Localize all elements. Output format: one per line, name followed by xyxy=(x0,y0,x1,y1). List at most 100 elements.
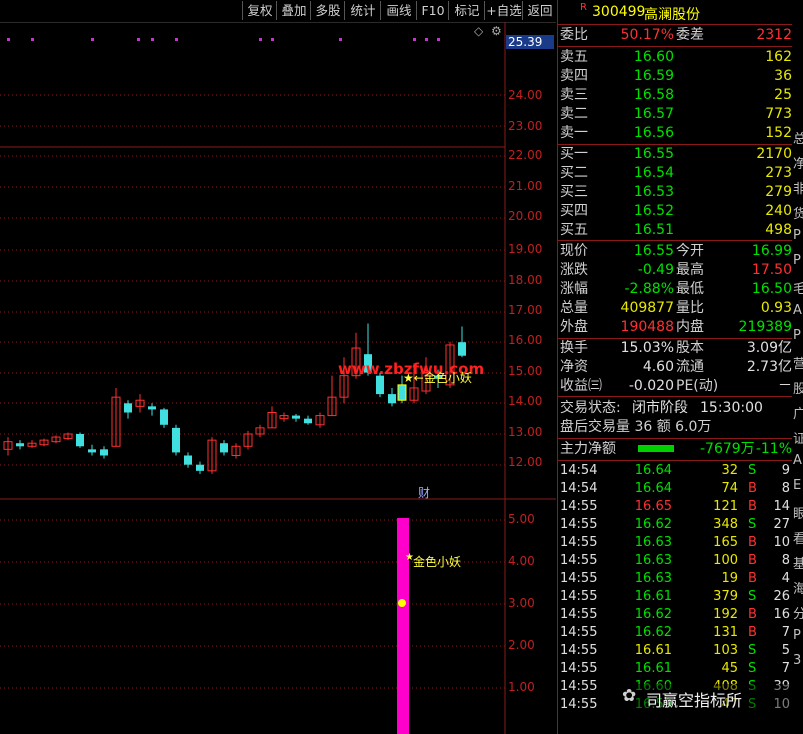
toolbar-mark-button[interactable]: 标记 xyxy=(448,1,485,20)
edge-truncated-text: 总 xyxy=(793,132,803,147)
tick-count: 8 xyxy=(781,481,790,496)
stat-value: 16.99 xyxy=(751,243,792,259)
price-axis-label: 19.00 xyxy=(508,242,543,256)
ask-volume: 25 xyxy=(774,87,792,103)
bid-label: 买三 xyxy=(560,184,588,200)
stat2-value: － xyxy=(778,378,792,394)
signal-dot xyxy=(7,38,10,41)
trade-status-value: 闭市阶段 xyxy=(632,400,688,416)
chart-toolbar: 复权 叠加 多股 统计 画线 F10 标记 +自选 返回 xyxy=(0,0,556,22)
stat-label: 最低 xyxy=(676,281,704,297)
stat2-label: 净资 xyxy=(560,359,588,375)
diff-label: 委差 xyxy=(676,27,704,43)
trade-status-label: 交易状态: xyxy=(560,400,621,416)
signal-marker-label: ★←金色小妖 xyxy=(403,371,472,385)
ask-price: 16.58 xyxy=(633,87,674,103)
price-axis-label: 12.00 xyxy=(508,455,543,469)
wechat-watermark: ✿ 司赢空指标所 xyxy=(620,684,790,710)
signal-dot xyxy=(137,38,140,41)
tick-time: 14:55 xyxy=(560,553,598,568)
tick-price: 16.65 xyxy=(634,499,672,514)
tick-time: 14:55 xyxy=(560,517,598,532)
price-axis-label: 16.00 xyxy=(508,333,543,347)
candle-body xyxy=(100,449,108,456)
bid-label: 买五 xyxy=(560,222,588,238)
candle-body xyxy=(388,394,396,404)
tick-volume: 379 xyxy=(713,589,738,604)
stat2-value: 15.03% xyxy=(620,340,674,356)
signal-dot xyxy=(175,38,178,41)
signal-dot xyxy=(425,38,428,41)
bid-price: 16.53 xyxy=(633,184,674,200)
bid-volume: 240 xyxy=(765,203,792,219)
edge-truncated-text: 分 xyxy=(793,607,803,622)
toolbar-add-watch-button[interactable]: +自选 xyxy=(484,1,523,20)
tick-direction: S xyxy=(748,643,757,658)
stat-row: 现价 16.55 今开 16.99 xyxy=(558,242,792,261)
main-flow-label: 主力净额 xyxy=(560,441,616,457)
toolbar-f10-button[interactable]: F10 xyxy=(416,1,449,20)
stat-label: 涨跌 xyxy=(560,262,588,278)
tick-row: 14:55 16.61 379 S 26 xyxy=(558,588,792,606)
tick-direction: B xyxy=(748,499,757,514)
finance-badge[interactable]: 财 xyxy=(418,484,430,501)
stat-value: -0.49 xyxy=(637,262,674,278)
stat-value: 16.50 xyxy=(751,281,792,297)
tick-volume: 74 xyxy=(721,481,738,496)
tick-row: 14:55 16.61 103 S 5 xyxy=(558,642,792,660)
candle-body xyxy=(458,342,466,356)
candle-body xyxy=(220,443,228,453)
main-flow-bar xyxy=(638,445,674,452)
stat2-value: -0.020 xyxy=(628,378,674,394)
indicator-axis-label: 3.00 xyxy=(508,596,535,610)
tick-count: 27 xyxy=(773,517,790,532)
stat-label: 内盘 xyxy=(676,319,704,335)
tick-time: 14:55 xyxy=(560,607,598,622)
toolbar-fuquan-button[interactable]: 复权 xyxy=(242,1,277,20)
tick-price: 16.62 xyxy=(634,517,672,532)
tick-count: 9 xyxy=(781,463,790,478)
toolbar-draw-button[interactable]: 画线 xyxy=(380,1,417,20)
tick-time: 14:55 xyxy=(560,661,598,676)
toolbar-back-button[interactable]: 返回 xyxy=(522,1,557,20)
ask-row: 卖三 16.58 25 xyxy=(558,86,792,105)
indicator-dot xyxy=(398,599,406,607)
stat-label: 总量 xyxy=(560,300,588,316)
divider xyxy=(558,46,792,47)
bid-row: 买一 16.55 2170 xyxy=(558,145,792,164)
tick-count: 16 xyxy=(773,607,790,622)
tick-direction: B xyxy=(748,481,757,496)
diamond-icon[interactable]: ◇ xyxy=(474,24,483,38)
tick-time: 14:55 xyxy=(560,697,598,712)
toolbar-overlay-button[interactable]: 叠加 xyxy=(276,1,311,20)
candle-body xyxy=(398,384,406,401)
stat2-row: 换手 15.03% 股本 3.09亿 xyxy=(558,339,792,358)
gear-icon[interactable]: ⚙ xyxy=(491,24,502,38)
bid-volume: 273 xyxy=(765,165,792,181)
tick-count: 7 xyxy=(781,625,790,640)
tick-row: 14:55 16.62 131 B 7 xyxy=(558,624,792,642)
stat2-label: 流通 xyxy=(676,359,704,375)
tick-direction: S xyxy=(748,463,757,478)
stat-value: 409877 xyxy=(620,300,674,316)
toolbar-stats-button[interactable]: 统计 xyxy=(344,1,381,20)
bid-row: 买四 16.52 240 xyxy=(558,202,792,221)
price-axis-label: 15.00 xyxy=(508,364,543,378)
ask-row: 卖四 16.59 36 xyxy=(558,67,792,86)
tick-direction: B xyxy=(748,535,757,550)
edge-truncated-text: 货 xyxy=(793,207,803,222)
tick-count: 4 xyxy=(781,571,790,586)
price-axis-label: 21.00 xyxy=(508,179,543,193)
stat2-value: 2.73亿 xyxy=(746,359,792,375)
main-flow-value: -7679万 xyxy=(700,441,755,457)
edge-truncated-text: 非 xyxy=(793,182,803,197)
kline-chart[interactable] xyxy=(0,22,556,734)
toolbar-multi-stock-button[interactable]: 多股 xyxy=(310,1,345,20)
margin-mark: R xyxy=(580,2,587,13)
tick-direction: B xyxy=(748,625,757,640)
tick-time: 14:54 xyxy=(560,481,598,496)
tick-direction: S xyxy=(748,661,757,676)
price-axis-label: 24.00 xyxy=(508,88,543,102)
stat-label: 量比 xyxy=(676,300,704,316)
stat2-label: 收益㈢ xyxy=(560,378,602,394)
